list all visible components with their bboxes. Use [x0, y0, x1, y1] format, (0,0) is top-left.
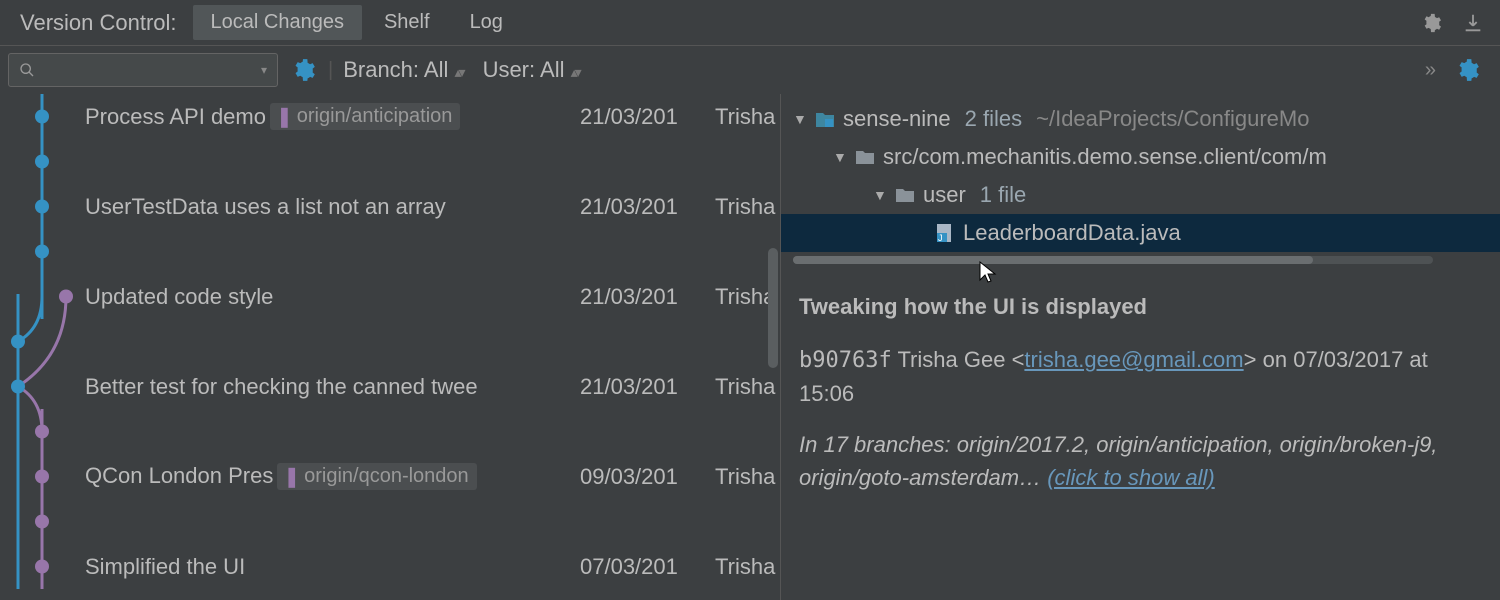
expand-arrow-icon: ▼	[833, 149, 847, 165]
commit-message: Process API demo❚origin/anticipation	[85, 103, 468, 130]
settings-gear-icon[interactable]	[1410, 12, 1452, 34]
module-icon	[815, 110, 835, 128]
search-icon	[19, 62, 35, 78]
commit-date: 07/03/201	[580, 554, 678, 580]
tag-icon: ❚	[283, 464, 300, 489]
expand-arrow-icon: ▼	[793, 111, 807, 127]
branch-filter[interactable]: Branch: All ▴▾	[333, 57, 472, 83]
tree-dir[interactable]: ▼ user 1 file	[781, 176, 1500, 214]
commit-row[interactable]: Process API demo❚origin/anticipation 21/0…	[0, 94, 780, 139]
dropdown-chevron-icon: ▾	[261, 63, 267, 77]
commit-row[interactable]: UserTestData uses a list not an array 21/…	[0, 184, 780, 229]
commit-row[interactable]: Better test for checking the canned twee…	[0, 364, 780, 409]
commit-message: Better test for checking the canned twee	[85, 374, 486, 400]
commit-date: 21/03/201	[580, 194, 678, 220]
commit-list: Process API demo❚origin/anticipation 21/0…	[0, 94, 780, 600]
commit-row[interactable]: Updated code style21/03/201Trisha	[0, 274, 780, 319]
changed-files-tree: ▼ sense-nine 2 files ~/IdeaProjects/Conf…	[781, 94, 1500, 274]
scrollbar[interactable]	[766, 94, 780, 600]
tree-root-name: sense-nine	[843, 106, 951, 132]
tree-root[interactable]: ▼ sense-nine 2 files ~/IdeaProjects/Conf…	[781, 100, 1500, 138]
tab-local-changes[interactable]: Local Changes	[193, 5, 362, 40]
tree-package[interactable]: ▼ src/com.mechanitis.demo.sense.client/c…	[781, 138, 1500, 176]
commit-branches: In 17 branches: origin/2017.2, origin/an…	[799, 428, 1482, 494]
commit-subject: Tweaking how the UI is displayed	[799, 290, 1482, 323]
commit-graph	[0, 94, 85, 600]
tabbar: Version Control: Local Changes Shelf Log	[0, 0, 1500, 46]
show-all-branches-link[interactable]: (click to show all)	[1047, 465, 1214, 490]
commit-row[interactable]: QCon London Pres❚origin/qcon-london 09/03…	[0, 454, 780, 499]
svg-text:J: J	[938, 233, 943, 243]
folder-icon	[855, 149, 875, 165]
commit-details-panel: ▼ sense-nine 2 files ~/IdeaProjects/Conf…	[780, 94, 1500, 600]
commit-message: UserTestData uses a list not an array	[85, 194, 454, 220]
user-filter[interactable]: User: All ▴▾	[473, 57, 589, 83]
more-filters-icon[interactable]: »	[1415, 59, 1442, 82]
java-file-icon: J	[935, 223, 955, 243]
branch-tag: ❚origin/qcon-london	[277, 463, 476, 490]
tab-shelf[interactable]: Shelf	[366, 5, 448, 40]
tree-file-name: LeaderboardData.java	[963, 220, 1181, 246]
tree-package-name: src/com.mechanitis.demo.sense.client/com…	[883, 144, 1327, 170]
tree-dir-count: 1 file	[980, 182, 1026, 208]
branch-tag: ❚origin/anticipation	[270, 103, 460, 130]
commit-date: 09/03/201	[580, 464, 678, 490]
commit-date: 21/03/201	[580, 284, 678, 310]
tree-root-path: ~/IdeaProjects/ConfigureMo	[1036, 106, 1309, 132]
filter-bar: ▾ | Branch: All ▴▾ User: All ▴▾ »	[0, 46, 1500, 94]
commit-author-email[interactable]: trisha.gee@gmail.com	[1024, 347, 1243, 372]
vcs-settings-icon-2[interactable]	[1442, 57, 1492, 83]
tree-dir-name: user	[923, 182, 966, 208]
commit-message: QCon London Pres❚origin/qcon-london	[85, 463, 485, 490]
vcs-title: Version Control:	[6, 10, 191, 36]
commit-details: Tweaking how the UI is displayed b90763f…	[781, 274, 1500, 510]
commit-row[interactable]: Simplified the UI07/03/201Trisha	[0, 544, 780, 589]
folder-icon	[895, 187, 915, 203]
tree-horizontal-scrollbar[interactable]	[793, 256, 1433, 264]
tab-log[interactable]: Log	[452, 5, 521, 40]
search-input[interactable]: ▾	[8, 53, 278, 87]
tag-icon: ❚	[276, 104, 293, 129]
main-split: Process API demo❚origin/anticipation 21/0…	[0, 94, 1500, 600]
expand-arrow-icon: ▼	[873, 187, 887, 203]
commit-date: 21/03/201	[580, 374, 678, 400]
tree-file[interactable]: J LeaderboardData.java	[781, 214, 1500, 252]
commit-hash: b90763f	[799, 348, 892, 373]
vcs-settings-icon[interactable]	[278, 57, 328, 83]
commit-message: Simplified the UI	[85, 554, 253, 580]
download-icon[interactable]	[1452, 12, 1494, 34]
commit-date: 21/03/201	[580, 104, 678, 130]
tree-root-count: 2 files	[965, 106, 1022, 132]
on-label: on	[1263, 347, 1287, 372]
commit-message: Updated code style	[85, 284, 281, 310]
commit-author: Trisha Gee	[897, 347, 1005, 372]
branches-prefix: In 17 branches:	[799, 432, 951, 457]
commit-meta: b90763f Trisha Gee <trisha.gee@gmail.com…	[799, 343, 1482, 410]
